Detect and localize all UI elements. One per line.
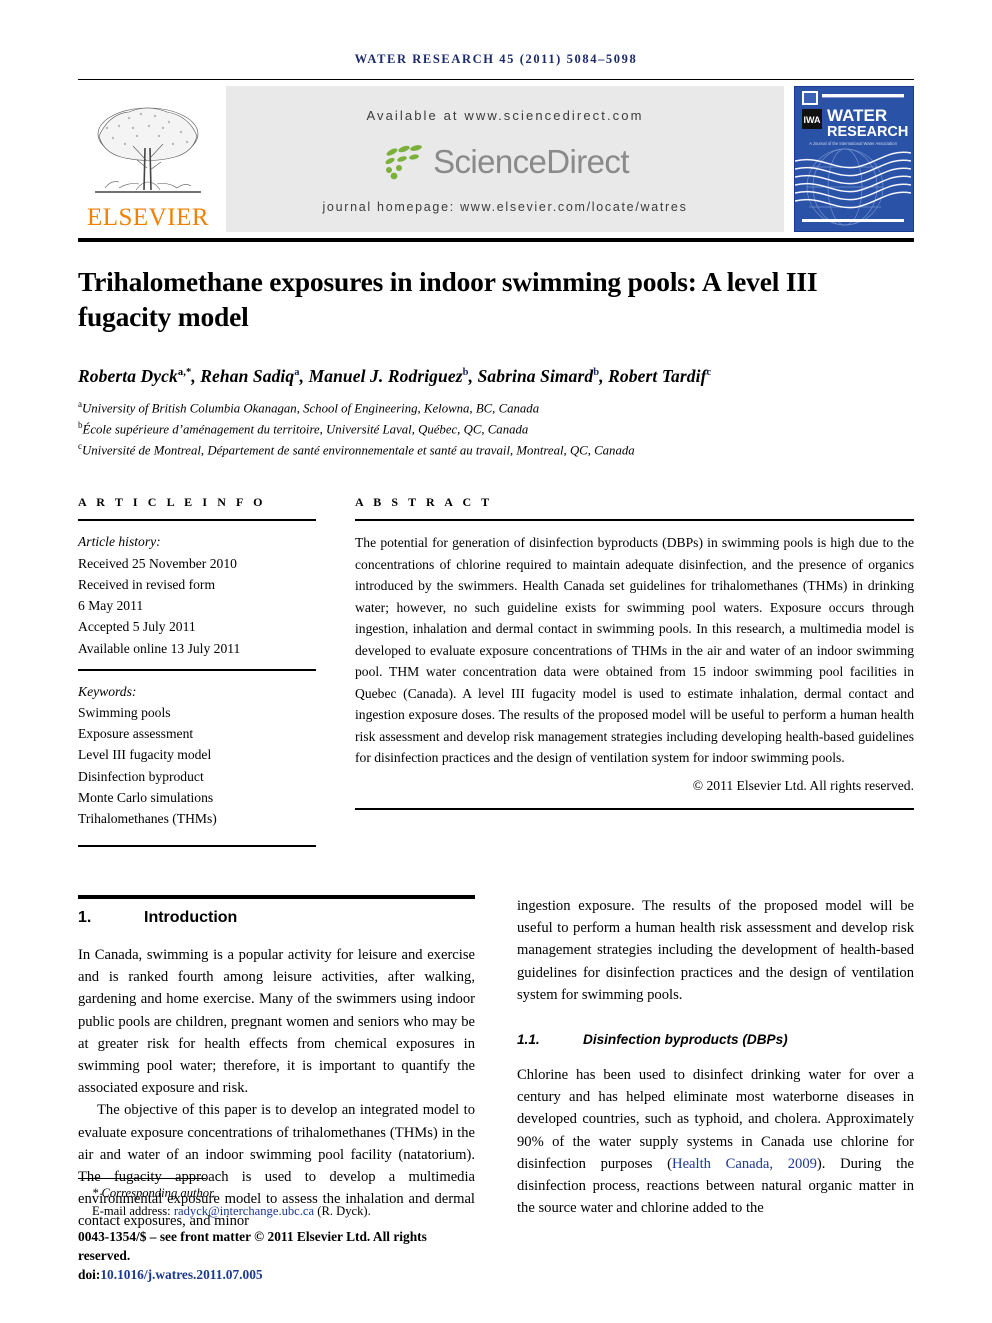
body-column-right: ingestion exposure. The results of the p… (517, 895, 914, 1232)
section-heading-introduction: 1. Introduction (78, 909, 475, 927)
author-entry: Roberta Dycka,* (78, 366, 192, 387)
author-marks: c (706, 367, 712, 379)
journal-cover-thumbnail: IWA WATER RESEARCH A Journal of the Inte… (794, 86, 914, 232)
section-title: Introduction (144, 909, 238, 927)
keyword-item: Trihalomethanes (THMs) (78, 810, 217, 826)
banner-bottom-rule (78, 238, 914, 242)
email-link[interactable]: radyck@interchange.ubc.ca (174, 1204, 314, 1218)
paragraph-with-citation: Chlorine has been used to disinfect drin… (517, 1064, 914, 1219)
keyword-item: Swimming pools (78, 704, 171, 720)
article-history: Article history: Received 25 November 20… (78, 531, 316, 658)
elsevier-logo-block: ELSEVIER (78, 86, 218, 232)
affiliation-item: bÉcole supérieure d’aménagement du terri… (78, 420, 529, 437)
keyword-item: Monte Carlo simulations (78, 789, 214, 805)
keywords-list: Keywords: Swimming pools Exposure assess… (78, 681, 316, 829)
author-entry: Robert Tardifc (608, 366, 712, 387)
available-at-text: Available at www.sciencedirect.com (366, 108, 644, 123)
article-info-rule (78, 519, 316, 522)
keywords-label: Keywords: (78, 683, 137, 699)
sciencedirect-leaf-icon (385, 144, 422, 179)
svg-text:RESEARCH: RESEARCH (827, 124, 908, 140)
svg-text:A Journal of the International: A Journal of the International Water Ass… (809, 141, 898, 146)
author-list: Roberta Dycka,*, Rehan Sadiqa, Manuel J.… (78, 366, 712, 387)
subsection-heading-dbps: 1.1. Disinfection byproducts (DBPs) (517, 1032, 914, 1047)
svg-text:IWA: IWA (804, 115, 821, 125)
article-info-column: A R T I C L E I N F O Article history: R… (78, 495, 316, 848)
section-number: 1. (78, 909, 92, 927)
subsection-title: Disinfection byproducts (DBPs) (583, 1031, 788, 1047)
article-history-label: Article history: (78, 534, 161, 550)
corresponding-author-note: * Corresponding author. (92, 1186, 216, 1200)
elsevier-tree-icon (95, 107, 201, 193)
doi-line: doi:10.1016/j.watres.2011.07.005 (78, 1265, 475, 1284)
history-keywords-rule (78, 668, 316, 671)
history-item: Received in revised form (78, 576, 216, 592)
article-info-bottom-rule (78, 845, 316, 848)
abstract-rule (355, 519, 914, 522)
article-info-heading: A R T I C L E I N F O (78, 495, 267, 510)
history-item: Accepted 5 July 2011 (78, 619, 196, 635)
abstract-heading: A B S T R A C T (355, 495, 493, 510)
email-label: E-mail address: (92, 1204, 171, 1219)
history-item: Available online 13 July 2011 (78, 640, 241, 656)
author-entry: Rehan Sadiqa (200, 366, 300, 387)
affiliation-list: aUniversity of British Columbia Okanagan… (78, 398, 914, 460)
journal-homepage-text: journal homepage: www.elsevier.com/locat… (322, 200, 688, 214)
doi-link[interactable]: 10.1016/j.watres.2011.07.005 (100, 1267, 262, 1282)
sciencedirect-wordmark: ScienceDirect (433, 142, 629, 180)
sciencedirect-logo: ScienceDirect (381, 143, 629, 181)
keyword-item: Exposure assessment (78, 726, 194, 742)
svg-text:WATER: WATER (827, 106, 887, 125)
affiliation-item: cUniversité de Montreal, Département de … (78, 440, 635, 458)
article-info-abstract-block: A R T I C L E I N F O Article history: R… (78, 495, 914, 848)
author-marks: a,* (177, 367, 192, 379)
email-line: E-mail address: radyck@interchange.ubc.c… (78, 1202, 475, 1220)
abstract-copyright: © 2011 Elsevier Ltd. All rights reserved… (692, 777, 914, 793)
subsection-number: 1.1. (517, 1031, 540, 1047)
abstract-text: The potential for generation of disinfec… (355, 535, 914, 766)
page-title: Trihalomethane exposures in indoor swimm… (78, 266, 818, 333)
abstract-column: A B S T R A C T The potential for genera… (355, 495, 914, 847)
elsevier-wordmark: ELSEVIER (86, 204, 210, 231)
water-research-cover-art: IWA WATER RESEARCH A Journal of the Inte… (795, 87, 912, 231)
author-marks: a (294, 367, 300, 379)
paragraph: ingestion exposure. The results of the p… (517, 898, 914, 1003)
history-item: Received 25 November 2010 (78, 555, 237, 571)
citation-link[interactable]: Health Canada, 2009 (672, 1156, 817, 1172)
email-suffix: (R. Dyck). (317, 1204, 371, 1219)
running-head-rule (78, 79, 914, 80)
author-entry: Manuel J. Rodriguezb (308, 366, 469, 387)
doi-label: doi: (78, 1267, 101, 1283)
journal-article-page: WATER RESEARCH 45 (2011) 5084–5098 ELSEV… (0, 0, 992, 1323)
author-marks: b (593, 367, 600, 379)
author-marks: b (462, 367, 469, 379)
issn-copyright-line: 0043-1354/$ – see front matter © 2011 El… (78, 1228, 427, 1263)
paragraph: In Canada, swimming is a popular activit… (78, 947, 475, 1097)
author-entry: Sabrina Simardb (477, 366, 600, 387)
footnote-rule (78, 1178, 206, 1179)
keyword-item: Level III fugacity model (78, 747, 212, 763)
abstract-bottom-rule (355, 807, 914, 810)
section-top-rule (78, 895, 475, 900)
running-head: WATER RESEARCH 45 (2011) 5084–5098 (354, 52, 638, 66)
affiliation-item: aUniversity of British Columbia Okanagan… (78, 399, 540, 416)
keyword-item: Disinfection byproduct (78, 768, 204, 784)
sciencedirect-strip: Available at www.sciencedirect.com Scien… (226, 86, 784, 232)
journal-banner: ELSEVIER Available at www.sciencedirect.… (78, 86, 914, 232)
history-item: 6 May 2011 (78, 598, 144, 614)
footnote-block: * Corresponding author. E-mail address: … (78, 1178, 475, 1285)
